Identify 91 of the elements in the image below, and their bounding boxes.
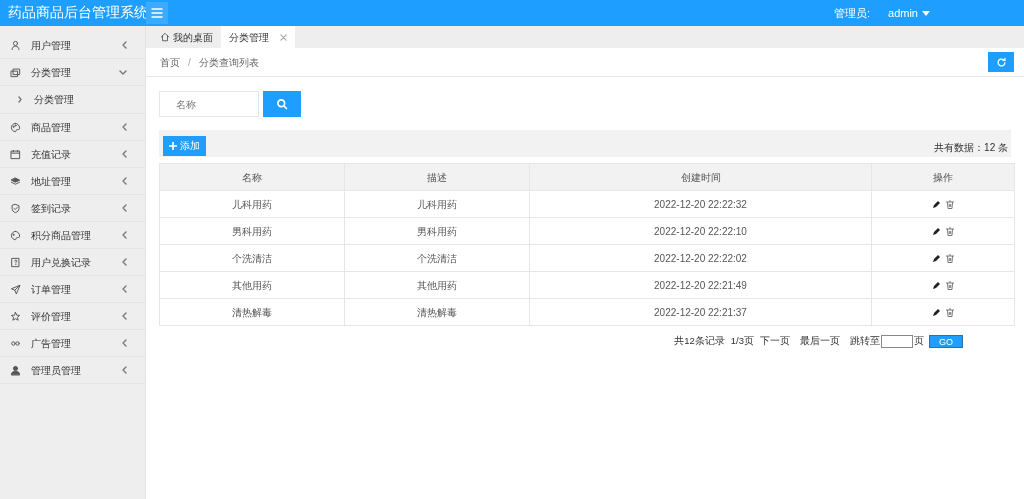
table-cell: 2022-12-20 22:21:37 xyxy=(529,298,872,326)
search-button[interactable] xyxy=(263,91,301,117)
trash-icon[interactable] xyxy=(945,199,954,209)
palette-icon xyxy=(10,121,21,133)
column-header: 名称 xyxy=(159,163,345,191)
breadcrumb-current[interactable]: 分类查询列表 xyxy=(198,54,259,70)
trash-icon[interactable] xyxy=(945,226,954,236)
trash-icon[interactable] xyxy=(945,280,954,290)
chevron-left-icon xyxy=(122,150,127,158)
sidebar-item[interactable]: 管理员管理 xyxy=(0,357,145,384)
total-count: 共有数据：12 条 xyxy=(934,141,1008,155)
pencil-icon[interactable] xyxy=(932,199,941,208)
sidebar-item[interactable]: 商品管理 xyxy=(0,114,145,141)
breadcrumb-separator: / xyxy=(188,55,191,70)
star-icon xyxy=(10,310,21,322)
jump-label: 跳转至 xyxy=(850,334,880,348)
table-cell: 清热解毒 xyxy=(159,298,345,326)
chevron-left-icon xyxy=(122,285,127,293)
last-page-link[interactable]: 最后一页 xyxy=(800,334,840,349)
breadcrumb-link[interactable]: 首页 xyxy=(160,54,180,70)
page-indicator: 1/3页 xyxy=(730,334,754,348)
trash-icon[interactable] xyxy=(945,253,954,263)
caret-icon xyxy=(922,10,930,16)
refresh-icon xyxy=(995,56,1007,68)
chevron-left-icon xyxy=(122,204,127,212)
pencil-icon[interactable] xyxy=(932,280,941,289)
home-icon xyxy=(160,32,170,42)
record-count: 共12条记录 xyxy=(674,334,725,348)
table-cell: 其他用药 xyxy=(159,271,345,299)
shield-check-icon xyxy=(10,202,21,214)
chevron-left-icon xyxy=(122,41,127,49)
document-question-icon xyxy=(10,256,21,268)
user-silhouette-icon xyxy=(10,364,21,376)
search-field[interactable]: 名称 xyxy=(159,91,259,117)
sidebar-item[interactable]: 广告管理 xyxy=(0,330,145,357)
chevron-left-icon xyxy=(122,231,127,239)
sidebar-item[interactable]: 用户管理 xyxy=(0,32,145,59)
chevron-left-icon xyxy=(122,177,127,185)
table-cell: 儿科用药 xyxy=(159,190,345,218)
chevron-left-icon xyxy=(122,366,127,374)
table-cell: 2022-12-20 22:22:10 xyxy=(529,217,872,245)
table-cell: 2022-12-20 22:22:02 xyxy=(529,244,872,272)
table-cell: 2022-12-20 22:22:32 xyxy=(529,190,872,218)
tab[interactable]: 我的桌面 xyxy=(152,26,221,48)
user-label: 管理员: xyxy=(833,5,871,21)
page-unit: 页 xyxy=(914,334,924,348)
trash-icon[interactable] xyxy=(945,307,954,317)
refresh-button[interactable] xyxy=(988,52,1014,72)
table-cell: 男科用药 xyxy=(159,217,345,245)
chevron-left-icon xyxy=(122,123,127,131)
pencil-icon[interactable] xyxy=(932,253,941,262)
chevron-left-icon xyxy=(122,339,127,347)
sidebar-item[interactable]: 积分商品管理 xyxy=(0,222,145,249)
plus-icon xyxy=(169,141,177,150)
pencil-icon[interactable] xyxy=(932,307,941,316)
table-cell: 男科用药 xyxy=(344,217,530,245)
tab[interactable]: 分类管理 xyxy=(221,26,295,48)
close-icon[interactable] xyxy=(280,33,287,41)
stack-icon xyxy=(10,175,21,187)
pencil-icon[interactable] xyxy=(932,226,941,235)
chevron-left-icon xyxy=(122,258,127,266)
palette-icon xyxy=(10,229,21,241)
table-cell: 2022-12-20 22:21:49 xyxy=(529,271,872,299)
table-cell: 清热解毒 xyxy=(344,298,530,326)
paper-plane-icon xyxy=(10,283,21,295)
table-cell: 儿科用药 xyxy=(344,190,530,218)
sidebar-item[interactable]: 分类管理 xyxy=(0,59,145,86)
person-icon xyxy=(10,39,21,51)
folders-icon xyxy=(10,66,21,78)
sidebar-item[interactable]: 地址管理 xyxy=(0,168,145,195)
column-header: 操作 xyxy=(871,163,1015,191)
chevron-down-icon xyxy=(119,69,127,75)
column-header: 创建时间 xyxy=(529,163,872,191)
sidebar-item[interactable]: 订单管理 xyxy=(0,276,145,303)
sidebar-item[interactable]: 用户兑换记录 xyxy=(0,249,145,276)
chevron-left-icon xyxy=(122,312,127,320)
app-title: 药品商品后台管理系统 xyxy=(7,3,146,22)
calendar-icon xyxy=(10,148,21,160)
sidebar-item[interactable]: 充值记录 xyxy=(0,141,145,168)
menu-icon xyxy=(151,8,163,18)
table-cell: 个洗清洁 xyxy=(344,244,530,272)
sidebar-subitem[interactable]: 分类管理 xyxy=(0,86,145,114)
table-cell: 个洗清洁 xyxy=(159,244,345,272)
table-cell: 其他用药 xyxy=(344,271,530,299)
page-input[interactable] xyxy=(881,334,913,348)
sidebar-item[interactable]: 评价管理 xyxy=(0,303,145,330)
sidebar-item[interactable]: 签到记录 xyxy=(0,195,145,222)
search-icon xyxy=(276,98,288,110)
column-header: 描述 xyxy=(344,163,530,191)
next-page-link[interactable]: 下一页 xyxy=(760,334,790,349)
chevron-right-icon xyxy=(18,96,22,103)
